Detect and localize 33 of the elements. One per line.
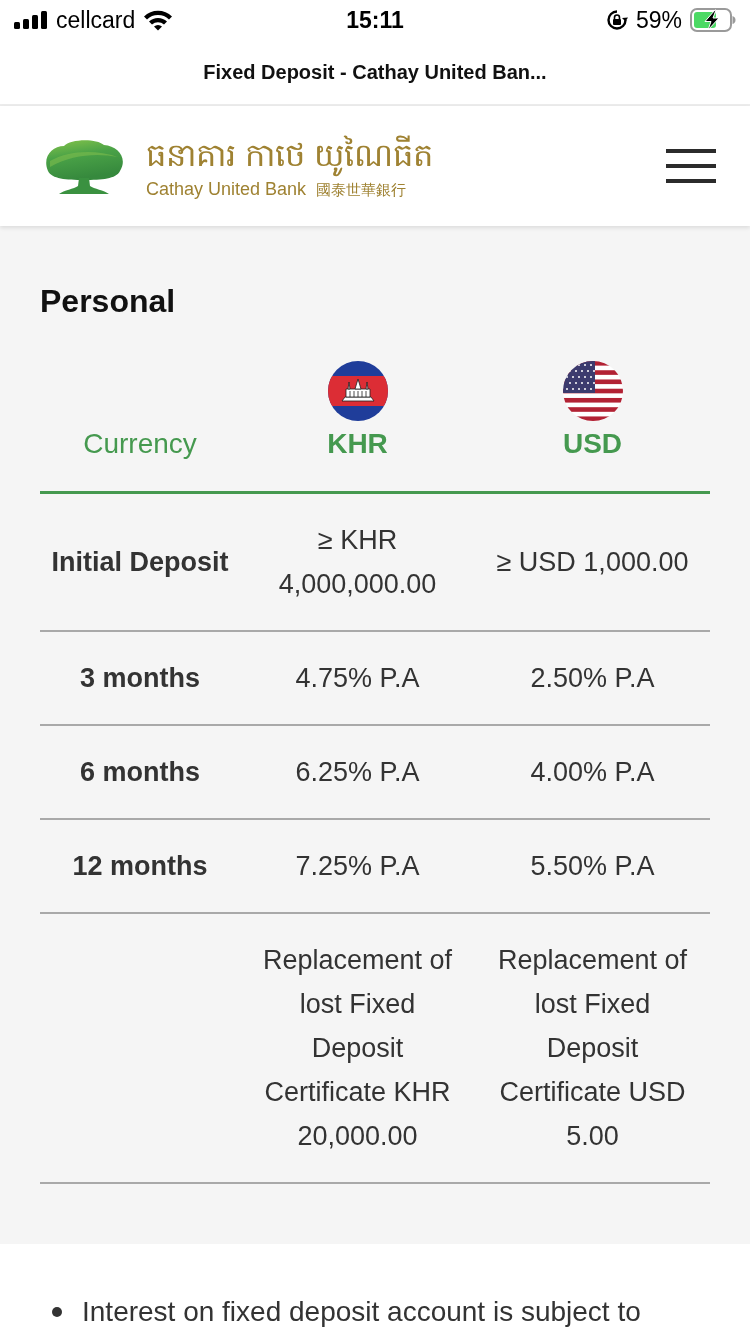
table-cell-text: Replacement of lost Fixed Deposit Certificate USD 5.00 xyxy=(496,944,689,1153)
table-cell-text: 2.50% P.A xyxy=(530,662,655,695)
battery-percentage: 59% xyxy=(635,6,682,34)
table-cell-text: 5.50% P.A xyxy=(530,850,655,883)
bank-name-chinese: 國泰世華銀行 xyxy=(316,180,407,200)
menu-icon xyxy=(666,149,716,183)
column-header: Currency xyxy=(83,427,197,461)
column-header: USD xyxy=(562,427,623,461)
wifi-icon xyxy=(143,9,174,31)
row-label: 3 months xyxy=(80,662,200,695)
carrier-name: cellcard xyxy=(56,6,136,34)
table-cell-text: 4.75% P.A xyxy=(295,662,420,695)
row-label: 6 months xyxy=(80,756,200,789)
bank-name-khmer: ធនាគារ កាថេ យូណៃធីត xyxy=(146,132,433,177)
page-title: Fixed Deposit - Cathay United Ban... xyxy=(203,60,547,84)
table-cell-text: 7.25% P.A xyxy=(295,850,420,883)
note-text: Interest on fixed deposit account is subject to xyxy=(82,1296,641,1328)
table-cell-text: Replacement of lost Fixed Deposit Certificate KHR 20,000.00 xyxy=(261,944,454,1153)
table-cell-text: ≥ KHR 4,000,000.00 xyxy=(277,524,438,601)
column-header: KHR xyxy=(327,427,388,461)
table-cell-text: ≥ USD 1,000.00 xyxy=(496,546,689,579)
table-cell-text: 6.25% P.A xyxy=(295,756,420,789)
bullet-icon xyxy=(52,1307,62,1317)
rotation-lock-icon xyxy=(605,9,628,31)
section-title: Personal xyxy=(40,282,177,321)
row-label: 12 months xyxy=(72,850,208,883)
bank-name-english: Cathay United Bank xyxy=(146,178,307,200)
row-label: Initial Deposit xyxy=(51,546,229,579)
menu-button[interactable] xyxy=(666,149,716,183)
signal-icon xyxy=(14,11,48,29)
clock-time: 15:11 xyxy=(346,6,404,34)
table-cell-text: 4.00% P.A xyxy=(530,756,655,789)
battery-icon xyxy=(690,8,736,32)
